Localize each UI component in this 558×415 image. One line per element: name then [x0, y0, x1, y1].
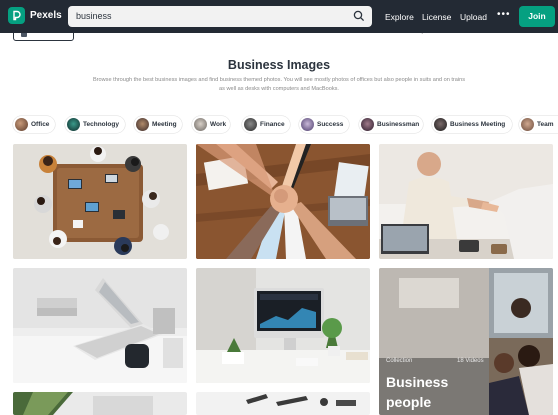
pexels-logo-icon[interactable]: [8, 7, 25, 24]
nav-license-link[interactable]: License: [422, 12, 451, 22]
search-input[interactable]: business: [68, 6, 372, 27]
photo-plants-row3[interactable]: [13, 392, 187, 415]
top-navigation-bar: Pexels business Explore License Upload •…: [0, 0, 558, 33]
category-technology[interactable]: Technology: [65, 116, 125, 133]
collection-video-count: 18 Videos: [457, 358, 484, 364]
category-meeting[interactable]: Meeting: [134, 116, 182, 133]
category-thumbnail: [244, 118, 257, 131]
category-work[interactable]: Work: [192, 116, 230, 133]
photo-business-handshake[interactable]: [379, 144, 553, 259]
category-thumbnail: [301, 118, 314, 131]
category-thumbnail: [521, 118, 534, 131]
photo-laptop-on-white-desk[interactable]: [13, 268, 187, 383]
collection-title[interactable]: Business people: [386, 372, 448, 412]
category-businessman[interactable]: Businessman: [359, 116, 423, 133]
category-thumbnail: [67, 118, 80, 131]
photo-team-meeting-table[interactable]: [13, 144, 187, 259]
category-thumbnail: [15, 118, 28, 131]
category-thumbnail: [434, 118, 447, 131]
nav-upload-link[interactable]: Upload: [460, 12, 487, 22]
category-finance[interactable]: Finance: [242, 116, 290, 133]
category-thumbnail: [136, 118, 149, 131]
nav-explore-link[interactable]: Explore: [385, 12, 414, 22]
category-thumbnail: [194, 118, 207, 131]
search-query-text[interactable]: business: [76, 11, 112, 21]
page-description: Browse through the best business images …: [92, 77, 466, 92]
brand-name[interactable]: Pexels: [30, 10, 62, 21]
collection-label: Collection: [386, 358, 413, 364]
join-button[interactable]: Join: [519, 6, 555, 27]
category-team[interactable]: Team: [519, 116, 558, 133]
more-menu-icon[interactable]: •••: [497, 9, 511, 20]
category-success[interactable]: Success: [299, 116, 349, 133]
page-title: Business Images: [227, 58, 331, 72]
photo-team-hands-together[interactable]: [196, 144, 370, 259]
category-business-meeting[interactable]: Business Meeting: [432, 116, 512, 133]
category-thumbnail: [361, 118, 374, 131]
search-icon[interactable]: [353, 10, 365, 22]
photo-desk-items-row3[interactable]: [196, 392, 370, 415]
category-office[interactable]: Office: [13, 116, 55, 133]
photo-imac-workspace[interactable]: [196, 268, 370, 383]
